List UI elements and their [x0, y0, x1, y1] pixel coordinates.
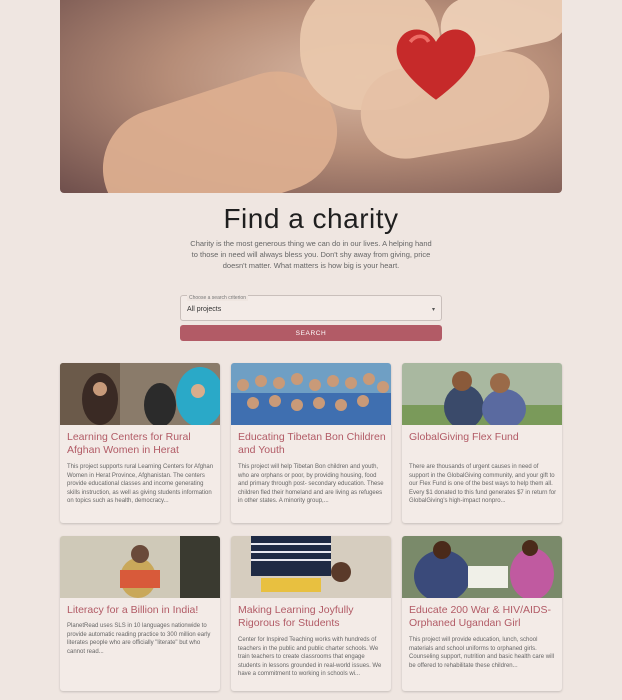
project-description: Center for Inspired Teaching works with …	[238, 637, 382, 678]
project-image	[60, 536, 220, 598]
project-description: This project supports rural Learning Cen…	[67, 464, 214, 505]
heart-icon	[396, 29, 476, 100]
project-card[interactable]: Literacy for a Billion in India! PlanetR…	[60, 536, 220, 691]
project-title[interactable]: Educate 200 War & HIV/AIDS-Orphaned Ugan…	[409, 604, 557, 630]
project-title[interactable]: Educating Tibetan Bon Children and Youth	[238, 431, 386, 457]
project-title[interactable]: Literacy for a Billion in India!	[67, 604, 215, 617]
project-title[interactable]: Making Learning Joyfully Rigorous for St…	[238, 604, 386, 630]
project-card[interactable]: Educating Tibetan Bon Children and Youth…	[231, 363, 391, 523]
project-title[interactable]: GlobalGiving Flex Fund	[409, 431, 557, 444]
project-title[interactable]: Learning Centers for Rural Afghan Women …	[67, 431, 215, 457]
select-value: All projects	[187, 306, 222, 313]
project-image	[231, 363, 391, 425]
project-description: This project will provide education, lun…	[409, 637, 555, 669]
project-image	[402, 363, 562, 425]
hero-image	[60, 0, 562, 193]
caret-down-icon: ▾	[431, 307, 435, 313]
project-card[interactable]: Educate 200 War & HIV/AIDS-Orphaned Ugan…	[402, 536, 562, 691]
search-button[interactable]: SEARCH	[180, 325, 442, 341]
project-image	[60, 363, 220, 425]
project-card[interactable]: Making Learning Joyfully Rigorous for St…	[231, 536, 391, 691]
project-card[interactable]: GlobalGiving Flex Fund There are thousan…	[402, 363, 562, 523]
project-card[interactable]: Learning Centers for Rural Afghan Women …	[60, 363, 220, 523]
project-description: PlanetRead uses SLS in 10 languages nati…	[67, 623, 211, 655]
select-label: Choose a search criterion	[187, 295, 248, 301]
search-criterion-select[interactable]: Choose a search criterion All projects ▾	[180, 295, 442, 321]
project-description: There are thousands of urgent causes in …	[409, 464, 557, 505]
page-title: Find a charity	[223, 203, 399, 234]
project-image	[231, 536, 391, 598]
project-image	[402, 536, 562, 598]
page-lead-text: Charity is the most generous thing we ca…	[190, 239, 432, 270]
project-description: This project will help Tibetan Bon child…	[238, 464, 384, 505]
